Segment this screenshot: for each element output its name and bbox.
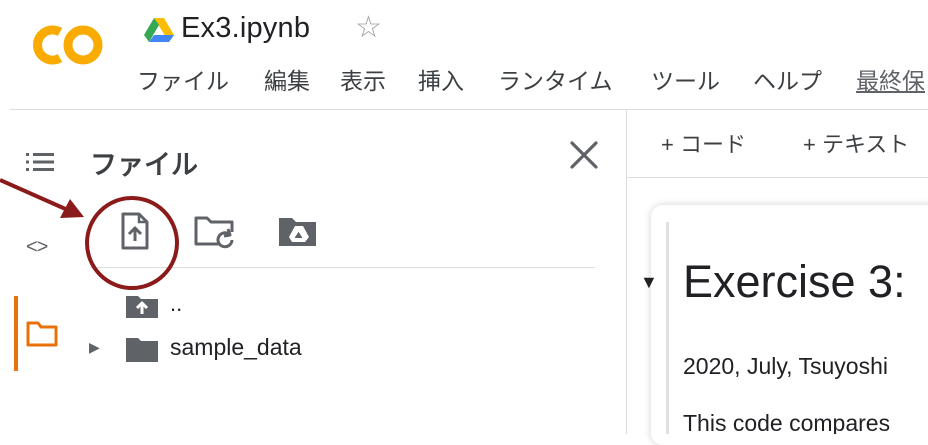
panel-splitter[interactable] bbox=[626, 110, 627, 434]
cell-body-text: This code compares bbox=[683, 410, 891, 434]
add-text-button[interactable]: + テキスト bbox=[803, 127, 928, 159]
colab-logo[interactable] bbox=[30, 18, 106, 72]
mount-drive-icon[interactable] bbox=[276, 210, 320, 252]
expand-caret-icon[interactable]: ▶ bbox=[89, 339, 100, 356]
code-snippets-icon[interactable]: <> bbox=[26, 236, 48, 259]
menu-file[interactable]: ファイル bbox=[137, 62, 229, 96]
file-panel-title: ファイル bbox=[90, 150, 198, 180]
cell-subtext: 2020, July, Tsuyoshi bbox=[683, 353, 888, 379]
parent-folder-icon bbox=[126, 296, 158, 318]
table-of-contents-icon[interactable] bbox=[24, 146, 56, 178]
notebook-toolbar-divider bbox=[627, 177, 928, 178]
text-cell[interactable] bbox=[651, 205, 928, 445]
header-divider bbox=[10, 109, 928, 110]
last-saved-link[interactable]: 最終保 bbox=[856, 62, 928, 96]
folder-icon bbox=[126, 338, 158, 362]
menu-insert[interactable]: 挿入 bbox=[418, 62, 464, 96]
refresh-folder-icon[interactable] bbox=[192, 210, 236, 252]
menu-tools[interactable]: ツール bbox=[651, 62, 720, 96]
menu-edit[interactable]: 編集 bbox=[264, 62, 310, 96]
menu-runtime[interactable]: ランタイム bbox=[498, 62, 613, 96]
cell-left-border bbox=[666, 222, 669, 434]
close-icon[interactable] bbox=[567, 138, 601, 172]
folder-icon[interactable] bbox=[26, 318, 58, 348]
document-title[interactable]: Ex3.ipynb bbox=[181, 12, 310, 45]
add-code-button[interactable]: + コード bbox=[661, 127, 746, 159]
star-icon[interactable]: ☆ bbox=[355, 10, 382, 45]
collapse-section-icon[interactable]: ▼ bbox=[640, 272, 658, 293]
panel-divider bbox=[90, 267, 595, 268]
upload-file-icon[interactable] bbox=[113, 210, 157, 252]
menu-view[interactable]: 表示 bbox=[340, 62, 386, 96]
menu-help[interactable]: ヘルプ bbox=[753, 62, 822, 96]
folder-item-sample-data[interactable]: sample_data bbox=[170, 334, 302, 361]
cell-heading: Exercise 3: bbox=[683, 256, 906, 307]
parent-directory-item[interactable]: .. bbox=[170, 291, 182, 317]
annotation-arrow bbox=[0, 178, 84, 218]
active-tab-indicator bbox=[14, 296, 18, 371]
google-drive-icon bbox=[144, 18, 174, 42]
